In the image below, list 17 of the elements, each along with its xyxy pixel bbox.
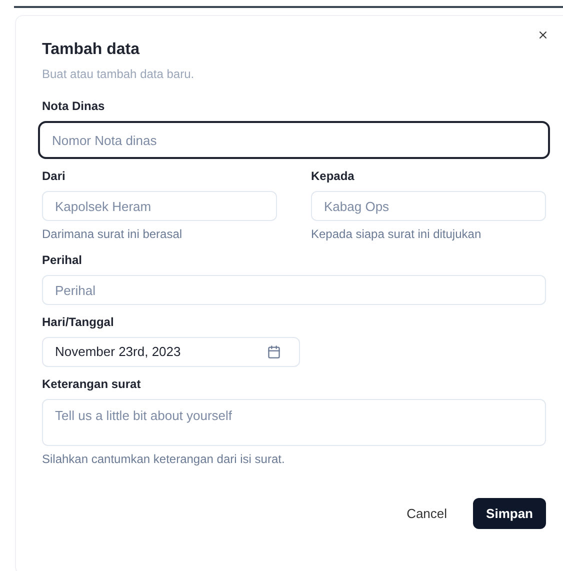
field-label: Kepada [311,168,356,185]
field-label: Nota Dinas [42,98,106,115]
field-label: Hari/Tanggal [42,314,115,331]
date-picker[interactable]: November 23rd, 2023 [42,337,300,367]
helper-text: Silahkan cantumkan keterangan dari isi surat. [42,451,286,468]
helper-text: Darimana surat ini berasal [42,226,184,243]
text-area[interactable]: Tell us a little bit about yourself [42,399,546,446]
helper-text: Kepada siapa surat ini ditujukan [311,226,482,243]
date-value: November 23rd, 2023 [55,343,181,362]
input-field[interactable]: Nomor Nota dinas [38,121,550,159]
dialog-title: Tambah data [42,40,141,60]
field-label: Dari [42,168,66,185]
cancel-button[interactable]: Cancel [404,498,450,529]
field-label: Perihal [42,252,84,269]
dialog-description: Buat atau tambah data baru. [42,66,196,83]
field-label: Keterangan surat [42,376,142,393]
save-button[interactable]: Simpan [473,498,546,529]
